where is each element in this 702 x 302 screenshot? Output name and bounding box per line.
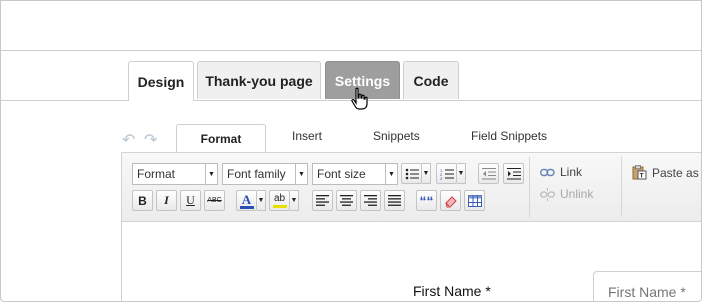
editor-tab-field-snippets[interactable]: Field Snippets (471, 129, 547, 143)
link-icon (540, 168, 555, 176)
tab-code[interactable]: Code (403, 61, 459, 99)
font-size-select-value: Font size (317, 167, 366, 181)
unlink-icon (540, 187, 555, 201)
tab-thank-you-page[interactable]: Thank-you page (197, 61, 321, 99)
toolbar-separator (621, 157, 622, 217)
highlight-dropdown[interactable]: ▼ (290, 190, 299, 211)
strikethrough-button[interactable]: ABC (204, 190, 225, 211)
chevron-down-icon: ▼ (205, 164, 217, 184)
italic-button[interactable]: I (156, 190, 177, 211)
editor-tab-insert[interactable]: Insert (292, 129, 322, 143)
font-size-select[interactable]: Font size ▼ (312, 163, 398, 185)
tab-design[interactable]: Design (128, 61, 194, 101)
underline-button[interactable]: U (180, 190, 201, 211)
font-color-letter: A (241, 191, 252, 207)
bullet-list-button[interactable] (401, 163, 422, 184)
format-select-value: Format (137, 167, 176, 181)
justify-button[interactable] (384, 190, 405, 211)
align-left-button[interactable] (312, 190, 333, 211)
align-left-icon (316, 195, 329, 206)
format-select[interactable]: Format ▼ (132, 163, 218, 185)
chevron-down-icon: ▼ (295, 164, 307, 184)
align-center-icon (340, 195, 353, 206)
align-right-button[interactable] (360, 190, 381, 211)
blockquote-button[interactable]: ““ (416, 190, 437, 211)
bullet-list-dropdown[interactable]: ▼ (422, 163, 431, 184)
numbered-list-button[interactable]: 123 (436, 163, 457, 184)
undo-icon[interactable]: ↶ (122, 130, 135, 150)
justify-icon (388, 195, 401, 206)
bullet-list-icon (405, 168, 419, 179)
app-frame: Design Thank-you page Settings Code ↶ ↷ … (0, 0, 702, 302)
redo-icon[interactable]: ↷ (144, 130, 157, 150)
indent-button[interactable] (503, 163, 524, 184)
unlink-button[interactable]: Unlink (540, 187, 593, 201)
editor-tab-format[interactable]: Format (176, 124, 266, 152)
clear-format-button[interactable] (440, 190, 461, 211)
insert-table-button[interactable] (464, 190, 485, 211)
editor-tab-snippets[interactable]: Snippets (373, 129, 420, 143)
toolbar-separator (529, 157, 530, 217)
svg-text:T: T (640, 173, 644, 180)
highlight-button[interactable]: ab (269, 190, 290, 211)
indent-icon (506, 167, 521, 179)
link-label: Link (560, 165, 583, 179)
outdent-button[interactable] (478, 163, 499, 184)
paste-as-text-button[interactable]: T Paste as T (632, 165, 701, 180)
font-family-select[interactable]: Font family ▼ (222, 163, 308, 185)
numbered-list-icon: 123 (440, 168, 454, 180)
align-right-icon (364, 195, 377, 206)
font-color-dropdown[interactable]: ▼ (257, 190, 266, 211)
highlight-swatch (272, 205, 287, 208)
link-button[interactable]: Link (540, 165, 582, 179)
highlight-letters: ab (273, 193, 286, 204)
chevron-down-icon: ▼ (385, 164, 397, 184)
svg-text:3: 3 (440, 176, 443, 180)
unlink-label: Unlink (560, 187, 594, 201)
first-name-label: First Name * (413, 283, 491, 299)
hand-pointer-icon (351, 87, 368, 110)
font-family-select-value: Font family (227, 167, 286, 181)
bold-button[interactable]: B (132, 190, 153, 211)
first-name-input[interactable]: First Name * (593, 271, 701, 301)
font-color-button[interactable]: A (236, 190, 257, 211)
top-bar (1, 1, 701, 51)
numbered-list-dropdown[interactable]: ▼ (457, 163, 466, 184)
align-center-button[interactable] (336, 190, 357, 211)
eraser-icon (444, 195, 457, 207)
paste-text-icon: T (632, 165, 647, 180)
outdent-icon (481, 167, 496, 179)
paste-label: Paste as T (652, 165, 701, 180)
table-icon (467, 194, 482, 207)
font-color-swatch (239, 205, 254, 209)
